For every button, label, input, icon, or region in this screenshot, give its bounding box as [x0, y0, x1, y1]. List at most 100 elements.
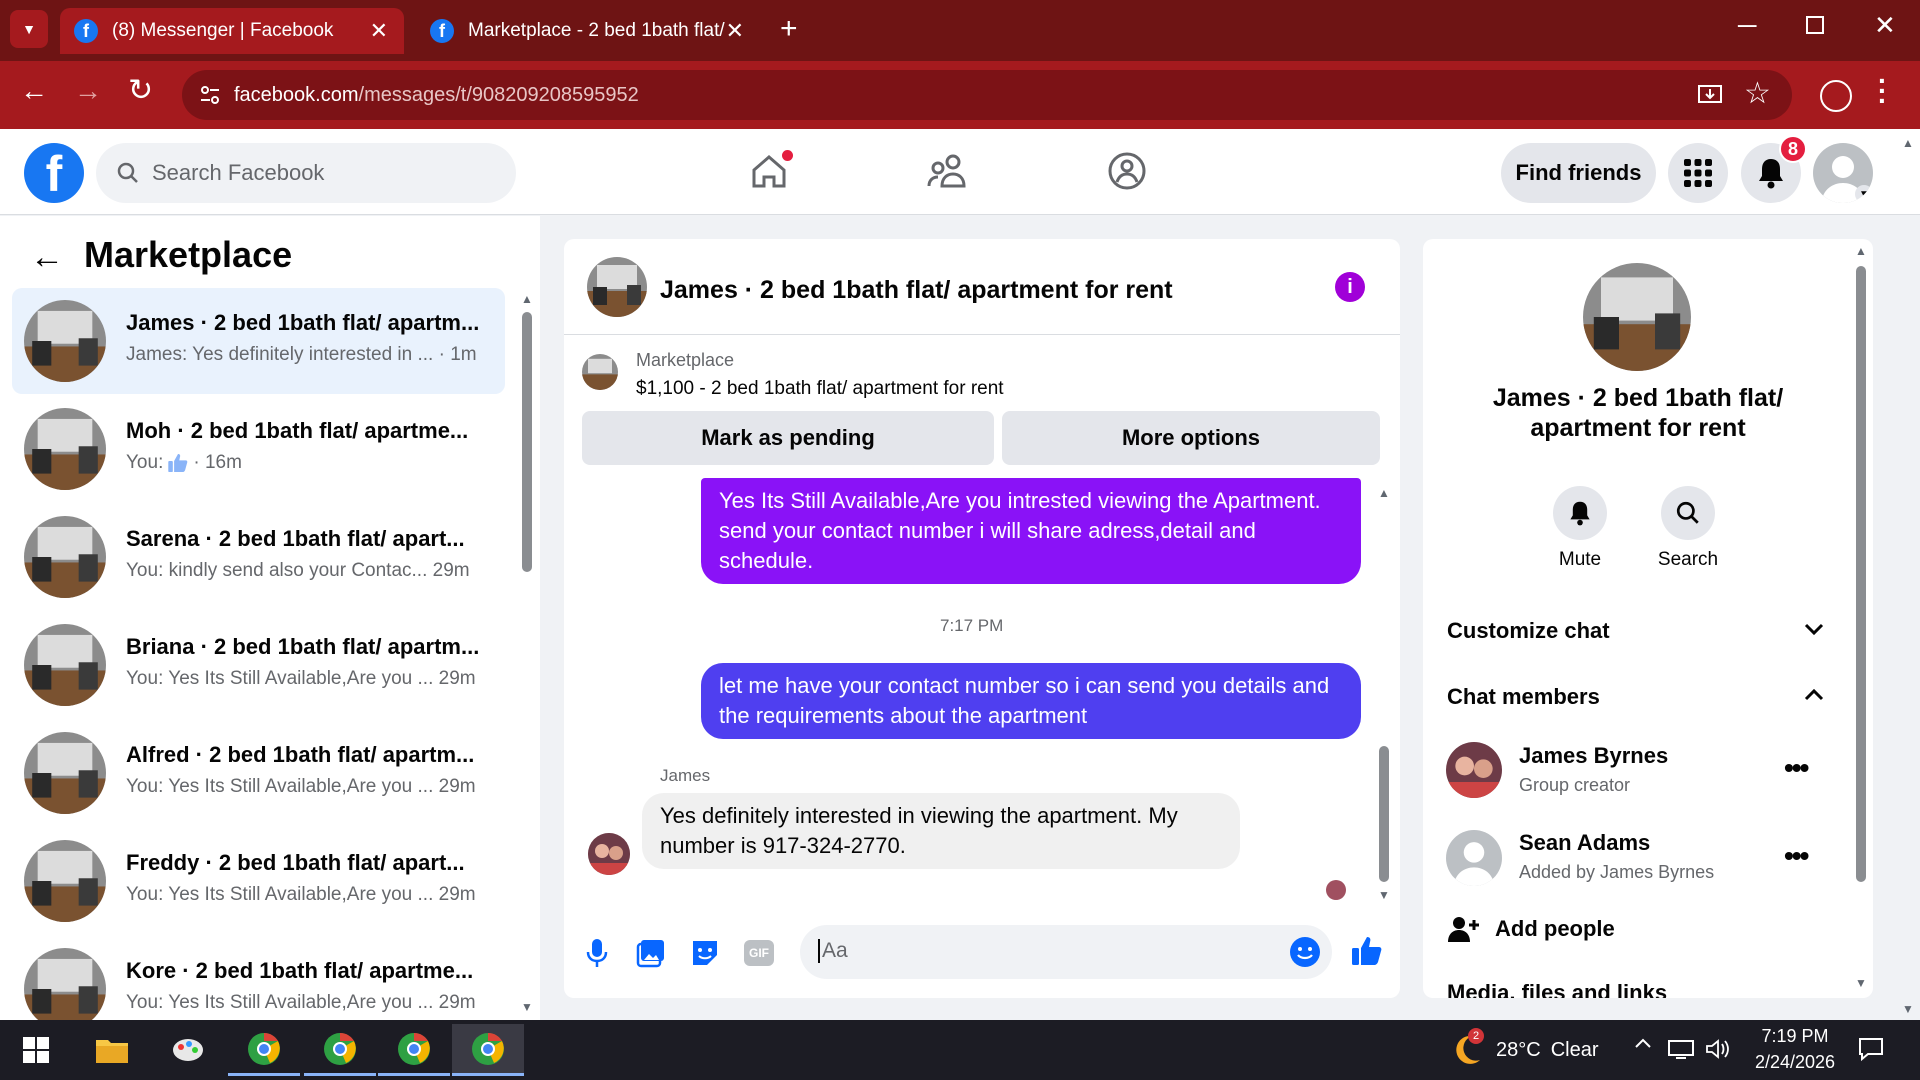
profile-icon[interactable]	[1820, 80, 1852, 112]
back-arrow-icon[interactable]: ←	[30, 238, 64, 277]
chevron-up-icon[interactable]	[1804, 688, 1824, 702]
listing-thumbnail[interactable]	[582, 354, 618, 390]
conversation-item[interactable]: Briana · 2 bed 1bath flat/ apartm... You:…	[12, 612, 505, 718]
conversation-item[interactable]: Alfred · 2 bed 1bath flat/ apartm... You:…	[12, 720, 505, 826]
tab-marketplace[interactable]: f Marketplace - 2 bed 1bath flat/ ✕	[420, 8, 760, 54]
close-window-button[interactable]: ✕	[1874, 10, 1896, 41]
nav-friends-icon[interactable]	[926, 150, 970, 192]
facebook-search-input[interactable]: Search Facebook	[96, 143, 516, 203]
tray-chevron-icon[interactable]	[1634, 1036, 1652, 1050]
chrome-icon[interactable]	[228, 1024, 300, 1076]
scrollbar[interactable]	[522, 312, 532, 572]
message-input[interactable]: Aa	[800, 925, 1332, 979]
more-options-button[interactable]: More options	[1002, 411, 1380, 465]
listing-detail[interactable]: $1,100 - 2 bed 1bath flat/ apartment for…	[636, 378, 1004, 400]
chrome-profile-icon[interactable]	[378, 1024, 450, 1076]
tab-title: (8) Messenger | Facebook	[112, 20, 334, 41]
chrome-active-icon[interactable]	[452, 1024, 524, 1076]
address-bar[interactable]: facebook.com/messages/t/908209208595952 …	[182, 70, 1792, 120]
site-info-icon[interactable]	[198, 83, 222, 107]
close-tab-icon[interactable]: ✕	[370, 18, 388, 44]
scroll-down-icon[interactable]: ▼	[521, 1000, 533, 1014]
chat-title[interactable]: James · 2 bed 1bath flat/ apartment for …	[660, 276, 1173, 305]
chevron-down-icon[interactable]	[1804, 622, 1824, 636]
network-icon[interactable]	[1668, 1038, 1694, 1060]
mark-pending-button[interactable]: Mark as pending	[582, 411, 994, 465]
close-tab-icon[interactable]: ✕	[726, 18, 744, 44]
reload-icon[interactable]: ↻	[128, 73, 153, 108]
details-scrollbar[interactable]	[1856, 266, 1866, 882]
outgoing-message[interactable]: Yes Its Still Available,Are you intreste…	[701, 478, 1361, 584]
incoming-message[interactable]: Yes definitely interested in viewing the…	[642, 793, 1240, 869]
file-explorer-icon[interactable]	[76, 1024, 148, 1076]
chat-scrollbar[interactable]	[1379, 746, 1389, 882]
info-icon[interactable]: i	[1335, 272, 1365, 302]
chat-members-row[interactable]: Chat members	[1447, 684, 1600, 710]
scroll-up-icon[interactable]: ▲	[521, 292, 533, 306]
tab-messenger[interactable]: f (8) Messenger | Facebook ✕	[60, 8, 404, 54]
notifications-button[interactable]: 8	[1741, 135, 1807, 203]
nav-home-icon[interactable]	[748, 150, 793, 192]
clock-date[interactable]: 2/24/2026	[1740, 1052, 1850, 1073]
customize-chat-row[interactable]: Customize chat	[1447, 618, 1610, 644]
scroll-up-icon[interactable]: ▲	[1378, 486, 1390, 500]
tab-search-button[interactable]: ▼	[10, 10, 48, 48]
more-options-icon[interactable]: •••	[1784, 840, 1809, 872]
gif-icon[interactable]: GIF	[744, 940, 774, 966]
conversation-item[interactable]: Sarena · 2 bed 1bath flat/ apart... You: …	[12, 504, 505, 610]
forward-arrow-icon[interactable]: →	[74, 75, 102, 107]
find-friends-button[interactable]: Find friends	[1501, 143, 1656, 203]
minimize-button[interactable]: ─	[1738, 10, 1756, 41]
more-options-icon[interactable]: •••	[1784, 752, 1809, 784]
page-scroll-up-icon[interactable]: ▲	[1902, 136, 1914, 150]
bookmark-star-icon[interactable]: ☆	[1744, 76, 1771, 111]
windows-start-icon[interactable]	[0, 1024, 72, 1076]
add-person-icon[interactable]	[1448, 914, 1480, 944]
sender-avatar[interactable]	[588, 833, 630, 875]
member-name[interactable]: James Byrnes	[1519, 743, 1668, 769]
conversation-avatar	[24, 624, 106, 706]
photo-icon[interactable]	[636, 938, 666, 968]
add-people-button[interactable]: Add people	[1495, 916, 1615, 942]
back-arrow-icon[interactable]: ←	[20, 75, 48, 107]
chat-avatar[interactable]	[587, 257, 647, 317]
scroll-down-icon[interactable]: ▼	[1378, 888, 1390, 902]
browser-tab-bar: ▼ f (8) Messenger | Facebook ✕ f Marketp…	[0, 0, 1920, 61]
member-name[interactable]: Sean Adams	[1519, 830, 1650, 856]
clock-time[interactable]: 7:19 PM	[1740, 1026, 1850, 1047]
install-app-icon[interactable]	[1696, 81, 1724, 109]
url-text: facebook.com/messages/t/908209208595952	[234, 84, 639, 107]
like-thumb-icon[interactable]	[1350, 934, 1384, 968]
volume-icon[interactable]	[1705, 1038, 1731, 1060]
paint-icon[interactable]	[152, 1024, 224, 1076]
conversation-item[interactable]: Freddy · 2 bed 1bath flat/ apart... You: …	[12, 828, 505, 934]
nav-groups-icon[interactable]	[1106, 150, 1148, 192]
restore-button[interactable]	[1806, 16, 1824, 34]
page-scroll-down-icon[interactable]: ▼	[1902, 1002, 1914, 1016]
preview-time: 29m	[438, 668, 476, 689]
preview-time: 29m	[438, 884, 476, 905]
member-avatar[interactable]	[1446, 830, 1502, 886]
account-avatar[interactable]: ▼	[1813, 143, 1873, 203]
outgoing-message[interactable]: let me have your contact number so i can…	[701, 663, 1361, 739]
conversation-item[interactable]: Moh · 2 bed 1bath flat/ apartme... You: · …	[12, 396, 505, 502]
menu-grid-button[interactable]	[1668, 143, 1728, 203]
member-avatar[interactable]	[1446, 742, 1502, 798]
sender-name: James	[660, 766, 711, 785]
facebook-logo-icon[interactable]: f	[24, 143, 84, 203]
notification-center-icon[interactable]	[1858, 1036, 1884, 1062]
scroll-up-icon[interactable]: ▲	[1855, 244, 1867, 258]
emoji-icon[interactable]	[1290, 937, 1320, 967]
scroll-down-icon[interactable]: ▼	[1855, 976, 1867, 990]
browser-menu-icon[interactable]: · · ·	[1878, 67, 1887, 115]
sticker-icon[interactable]	[690, 938, 720, 968]
details-avatar[interactable]	[1583, 263, 1691, 371]
search-in-chat-button[interactable]	[1661, 486, 1715, 540]
chrome-profile-icon[interactable]	[304, 1024, 376, 1076]
microphone-icon[interactable]	[586, 938, 608, 968]
mute-button[interactable]	[1553, 486, 1607, 540]
weather-widget[interactable]: 2 28°C Clear	[1448, 1028, 1598, 1070]
media-files-row[interactable]: Media, files and links	[1447, 980, 1827, 998]
conversation-item[interactable]: James · 2 bed 1bath flat/ apartm... James…	[12, 288, 505, 394]
new-tab-button[interactable]: +	[780, 12, 798, 46]
